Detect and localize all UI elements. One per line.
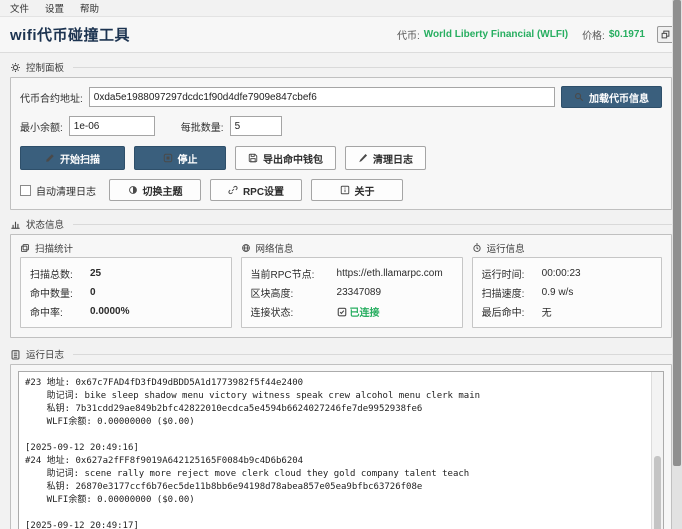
auto-clear-checkbox[interactable]: 自动清理日志 xyxy=(20,183,96,198)
last-hit-value: 无 xyxy=(542,304,552,319)
menu-settings[interactable]: 设置 xyxy=(37,0,72,17)
link-icon xyxy=(228,185,238,195)
connection-status: 已连接 xyxy=(337,304,380,319)
pen-icon xyxy=(358,153,368,163)
export-wallets-button[interactable]: 导出命中钱包 xyxy=(235,146,336,170)
gear-icon xyxy=(10,62,21,73)
page-title: wifi代币碰撞工具 xyxy=(10,24,130,45)
network-column: 网络信息 当前RPC节点:https://eth.llamarpc.com 区块… xyxy=(241,239,463,328)
menu-bar: 文件 设置 帮助 xyxy=(0,0,682,17)
scan-total-value: 25 xyxy=(90,268,101,279)
section-title: 状态信息 xyxy=(26,217,64,231)
page-scrollbar-thumb[interactable] xyxy=(673,0,681,466)
price-value: $0.1971 xyxy=(609,29,645,40)
hit-count-value: 0 xyxy=(90,287,96,298)
load-token-button[interactable]: 加载代币信息 xyxy=(561,86,662,108)
search-icon xyxy=(574,92,584,102)
clipboard-icon xyxy=(10,349,21,360)
save-icon xyxy=(248,153,258,163)
block-height-value: 23347089 xyxy=(337,287,382,298)
runtime-column: 运行信息 运行时间:00:00:23 扫描速度:0.9 w/s 最后命中:无 xyxy=(472,239,662,328)
clear-log-button[interactable]: 清理日志 xyxy=(345,146,426,170)
rpc-node-value: https://eth.llamarpc.com xyxy=(337,268,443,279)
token-value: World Liberty Financial (WLFI) xyxy=(424,29,568,40)
token-price-info: 代币: World Liberty Financial (WLFI) 价格: $… xyxy=(397,26,674,43)
card-title: 网络信息 xyxy=(256,241,294,255)
card-title: 扫描统计 xyxy=(35,241,73,255)
window-restore-icon xyxy=(661,30,670,39)
contract-address-input[interactable] xyxy=(89,87,555,107)
batch-size-label: 每批数量: xyxy=(181,119,224,134)
checkbox-icon xyxy=(20,185,31,196)
control-panel: 代币合约地址: 加载代币信息 最小余额: 每批数量: xyxy=(10,77,672,210)
runtime-card: 运行时间:00:00:23 扫描速度:0.9 w/s 最后命中:无 xyxy=(472,257,662,328)
globe-icon xyxy=(241,243,251,253)
log-section-header: 运行日志 xyxy=(10,347,672,361)
copy-icon xyxy=(20,243,30,253)
rpc-settings-button[interactable]: RPC设置 xyxy=(210,179,302,201)
control-panel-header: 控制面板 xyxy=(10,60,672,74)
log-text: #23 地址: 0x67c7FAD4fD3fD49dBDD5A1d1773982… xyxy=(19,372,651,529)
start-scan-button[interactable]: 开始扫描 xyxy=(20,146,125,170)
price-label: 价格: xyxy=(582,27,605,42)
pencil-icon xyxy=(45,153,55,163)
batch-size-input[interactable] xyxy=(230,116,282,136)
stop-button[interactable]: 停止 xyxy=(134,146,226,170)
log-panel: #23 地址: 0x67c7FAD4fD3fD49dBDD5A1d1773982… xyxy=(10,364,672,529)
runtime-value: 00:00:23 xyxy=(542,268,581,279)
clock-icon xyxy=(472,243,482,253)
token-label: 代币: xyxy=(397,27,420,42)
scan-stats-card: 扫描总数:25 命中数量:0 命中率:0.0000% xyxy=(20,257,232,328)
chart-icon xyxy=(10,219,21,230)
status-section-header: 状态信息 xyxy=(10,217,672,231)
theme-contrast-icon xyxy=(128,185,138,195)
log-scrollbar[interactable] xyxy=(651,372,663,529)
status-panel: 扫描统计 扫描总数:25 命中数量:0 命中率:0.0000% 网络信息 xyxy=(10,234,672,338)
section-title: 运行日志 xyxy=(26,347,64,361)
menu-help[interactable]: 帮助 xyxy=(72,0,107,17)
network-card: 当前RPC节点:https://eth.llamarpc.com 区块高度:23… xyxy=(241,257,463,328)
check-square-icon xyxy=(337,307,347,317)
min-balance-label: 最小余额: xyxy=(20,119,63,134)
page-scrollbar[interactable] xyxy=(672,0,682,529)
min-balance-input[interactable] xyxy=(69,116,155,136)
log-scrollbar-thumb[interactable] xyxy=(654,456,661,529)
section-title: 控制面板 xyxy=(26,60,64,74)
about-button[interactable]: 关于 xyxy=(311,179,403,201)
menu-file[interactable]: 文件 xyxy=(2,0,37,17)
stop-icon xyxy=(163,153,173,163)
app-window: 文件 设置 帮助 wifi代币碰撞工具 代币: World Liberty Fi… xyxy=(0,0,682,529)
app-header: wifi代币碰撞工具 代币: World Liberty Financial (… xyxy=(0,17,682,53)
card-title: 运行信息 xyxy=(487,241,525,255)
log-output[interactable]: #23 地址: 0x67c7FAD4fD3fD49dBDD5A1d1773982… xyxy=(18,371,664,529)
scan-speed-value: 0.9 w/s xyxy=(542,287,574,298)
hit-rate-value: 0.0000% xyxy=(90,306,129,317)
info-icon xyxy=(340,185,350,195)
toggle-theme-button[interactable]: 切换主题 xyxy=(109,179,201,201)
scan-stats-column: 扫描统计 扫描总数:25 命中数量:0 命中率:0.0000% xyxy=(20,239,232,328)
contract-address-label: 代币合约地址: xyxy=(20,90,83,105)
